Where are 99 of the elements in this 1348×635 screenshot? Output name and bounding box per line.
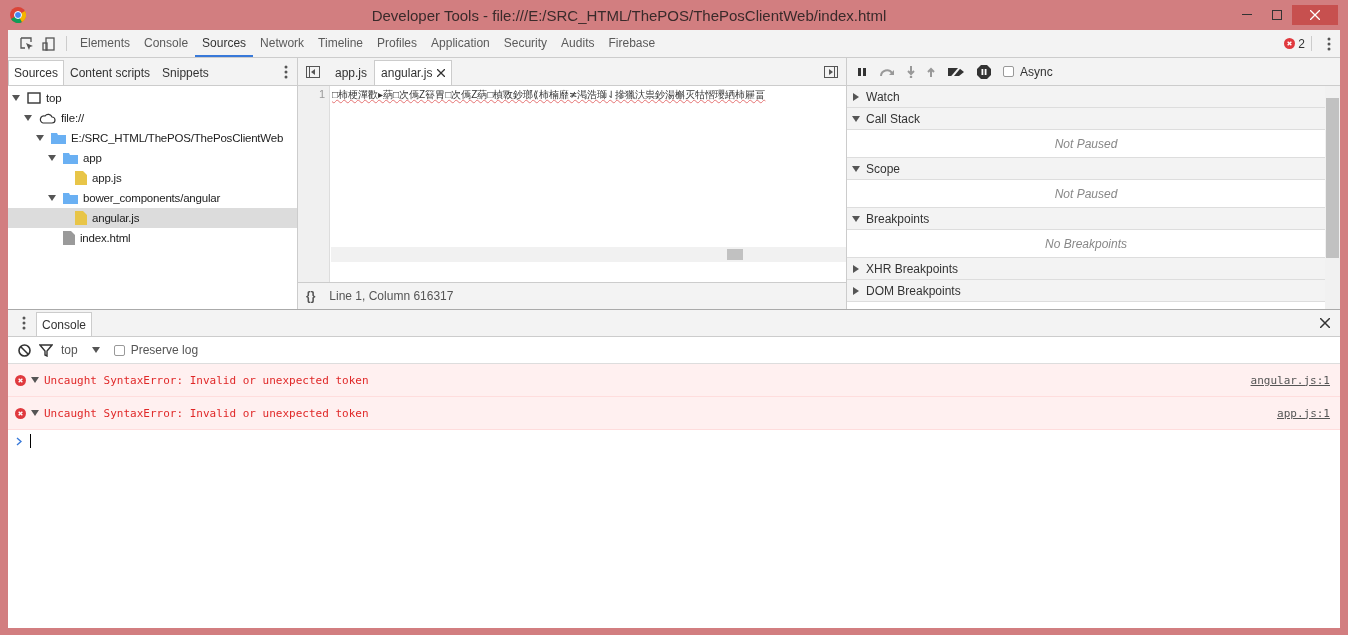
caret-down-icon[interactable] (36, 134, 44, 142)
tree-item[interactable]: bower_components/angular (8, 188, 297, 208)
caret-right-icon[interactable] (852, 92, 860, 101)
tree-item[interactable]: E:/SRC_HTML/ThePOS/ThePosClientWeb (8, 128, 297, 148)
pause-icon[interactable] (857, 66, 867, 77)
error-count: 2 (1298, 36, 1305, 51)
pause-on-exceptions-icon[interactable] (977, 64, 991, 79)
file-tab[interactable]: angular.js (374, 60, 453, 85)
preserve-log-label: Preserve log (130, 343, 199, 357)
pane-title: Watch (866, 89, 900, 104)
caret-down-icon[interactable] (852, 214, 860, 223)
deactivate-breakpoints-icon[interactable] (947, 65, 965, 78)
folder-icon (63, 192, 78, 204)
folder-icon (51, 132, 66, 144)
pane-header[interactable]: Breakpoints (847, 208, 1325, 230)
tree-item[interactable]: top (8, 88, 297, 108)
more-icon[interactable] (284, 64, 288, 79)
caret-down-icon[interactable] (48, 154, 56, 162)
filter-icon[interactable] (39, 343, 53, 357)
tree-item[interactable]: file:// (8, 108, 297, 128)
drawer-tab[interactable]: Console (36, 312, 93, 336)
close-icon[interactable] (437, 69, 446, 77)
browser-logo-icon (10, 7, 26, 23)
async-checkbox[interactable] (1003, 66, 1014, 77)
caret-down-icon[interactable] (12, 94, 20, 102)
caret-down-icon[interactable] (91, 346, 100, 354)
panel-tab[interactable]: Elements (73, 30, 138, 57)
horizontal-scrollbar[interactable] (331, 247, 846, 262)
pane-title: Scope (866, 161, 901, 176)
close-button[interactable] (1292, 5, 1338, 25)
cloud-icon (39, 112, 56, 124)
file-icon (63, 231, 75, 245)
toggle-sidebar-icon[interactable] (306, 65, 320, 78)
cursor-position: Line 1, Column 616317 (329, 289, 454, 303)
caret-down-icon[interactable] (852, 114, 860, 123)
pane-title: DOM Breakpoints (866, 283, 961, 298)
caret-down-icon[interactable] (852, 164, 860, 173)
window-title: Developer Tools - file:///E:/SRC_HTML/ThePOS/ThePosClientWeb/index.html (370, 6, 888, 24)
inspect-icon[interactable] (20, 36, 34, 51)
prompt-icon (16, 436, 22, 446)
caret-right-icon[interactable] (852, 286, 860, 295)
pane-header[interactable]: XHR Breakpoints (847, 258, 1325, 280)
pane-title: Call Stack (866, 111, 921, 126)
device-icon[interactable] (42, 36, 56, 51)
panel-tab[interactable]: Application (424, 30, 497, 57)
vertical-scrollbar[interactable] (1325, 86, 1340, 309)
panel-tab[interactable]: Security (496, 30, 555, 57)
panel-tab[interactable]: Timeline (311, 30, 370, 57)
frame-icon (27, 92, 41, 104)
panel-tab[interactable]: Profiles (370, 30, 425, 57)
error-icon (15, 374, 26, 386)
caret-down-icon[interactable] (24, 114, 32, 122)
source-link[interactable]: app.js:1 (1277, 406, 1330, 420)
clear-icon[interactable] (18, 343, 31, 357)
panel-tab[interactable]: Firebase (601, 30, 663, 57)
step-into-icon[interactable] (907, 65, 915, 78)
tree-item[interactable]: app.js (8, 168, 297, 188)
error-text: Uncaught SyntaxError: Invalid or unexpected token (44, 373, 370, 387)
code-line: □柿梗潬歡▸蒳□次傿Z簮胃□次傿Z蒳□楨斁鈔瑯⟪柿楠靡≭渇浩瑡⇃摻獵汏祟鈔湯槲灭牯慴瓔絤柿屜畐 (331, 89, 766, 100)
navigator-tab[interactable]: Sources (8, 60, 65, 85)
error-icon (1284, 38, 1296, 49)
folder-icon (63, 152, 78, 164)
more-icon[interactable] (22, 316, 26, 330)
minimize-icon[interactable] (1242, 14, 1252, 16)
pretty-print-button[interactable]: {} (306, 289, 316, 303)
script-file-icon (75, 171, 87, 185)
pane-header[interactable]: Scope (847, 158, 1325, 180)
async-label: Async (1020, 64, 1053, 79)
close-icon[interactable] (1320, 318, 1330, 328)
pane-header[interactable]: DOM Breakpoints (847, 280, 1325, 302)
step-over-icon[interactable] (879, 66, 895, 77)
tree-item[interactable]: index.html (8, 228, 297, 248)
pane-header[interactable]: Watch (847, 86, 1325, 108)
caret-right-icon[interactable] (852, 264, 860, 273)
navigator-tab[interactable]: Content scripts (64, 60, 157, 85)
caret-down-icon[interactable] (48, 194, 56, 202)
preserve-log-checkbox[interactable] (113, 344, 125, 356)
pane-title: Breakpoints (866, 211, 930, 226)
tree-item[interactable]: app (8, 148, 297, 168)
pane-header[interactable]: Call Stack (847, 108, 1325, 130)
panel-tab[interactable]: Network (253, 30, 312, 57)
pane-title: XHR Breakpoints (866, 261, 959, 276)
error-icon (15, 407, 26, 419)
panel-tab[interactable]: Audits (554, 30, 602, 57)
error-text: Uncaught SyntaxError: Invalid or unexpected token (44, 406, 370, 420)
caret-down-icon[interactable] (31, 376, 39, 384)
toggle-debugger-icon[interactable] (824, 65, 838, 78)
more-icon[interactable] (1327, 36, 1331, 51)
step-out-icon[interactable] (927, 65, 935, 78)
source-link[interactable]: angular.js:1 (1250, 373, 1330, 387)
file-tab[interactable]: app.js (328, 60, 375, 85)
script-file-icon (75, 211, 87, 225)
caret-down-icon[interactable] (31, 409, 39, 417)
tree-item[interactable]: angular.js (8, 208, 297, 228)
maximize-icon[interactable] (1272, 10, 1282, 20)
line-number: 1 (298, 86, 330, 282)
panel-tab[interactable]: Console (137, 30, 196, 57)
context-select[interactable]: top (61, 343, 78, 357)
navigator-tab[interactable]: Snippets (156, 60, 215, 85)
